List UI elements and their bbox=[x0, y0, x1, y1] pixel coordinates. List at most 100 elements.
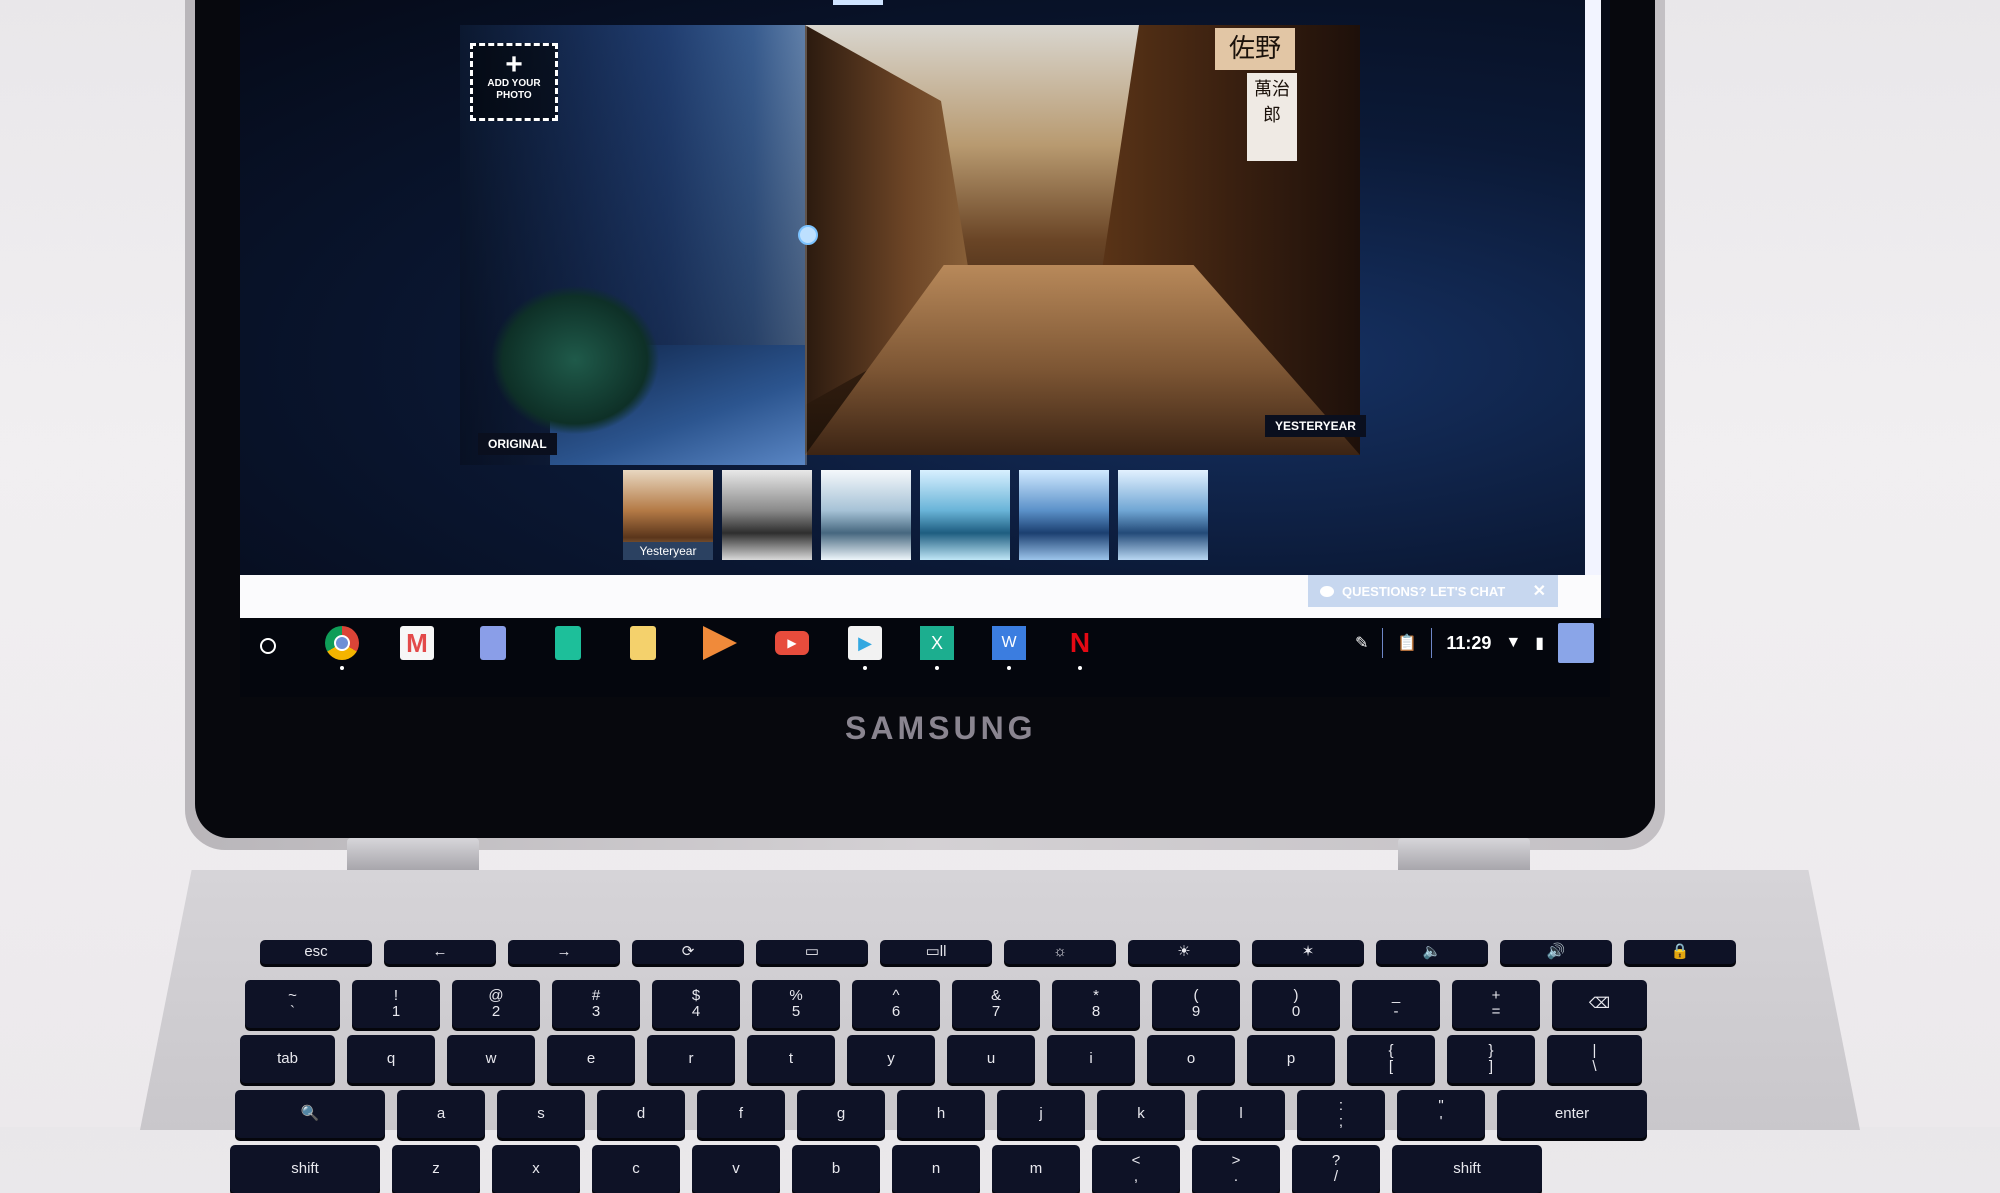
key-4-6[interactable]: n bbox=[892, 1145, 980, 1193]
key-label: 2 bbox=[491, 1003, 501, 1020]
filter-thumb-yesteryear[interactable]: Yesteryear bbox=[623, 470, 713, 560]
key-0-5[interactable]: ▭ll bbox=[880, 940, 992, 964]
key-4-2[interactable]: x bbox=[492, 1145, 580, 1193]
key-2-3[interactable]: e bbox=[547, 1035, 635, 1083]
key-1-3[interactable]: #3 bbox=[552, 980, 640, 1028]
key-4-9[interactable]: >. bbox=[1192, 1145, 1280, 1193]
key-1-2[interactable]: @2 bbox=[452, 980, 540, 1028]
photo-compare-view[interactable]: 佐野 萬治郎 + ADD YOUR PHOTO ORIGINAL YESTERY… bbox=[460, 25, 1366, 465]
key-1-0[interactable]: ~ ` bbox=[245, 980, 340, 1028]
key-4-3[interactable]: c bbox=[592, 1145, 680, 1193]
sheets-icon[interactable] bbox=[555, 626, 581, 660]
split-handle[interactable] bbox=[798, 225, 818, 245]
key-3-5[interactable]: g bbox=[797, 1090, 885, 1138]
status-tray[interactable]: ✎ 📋 11:29 ▼ ▮ bbox=[1355, 623, 1595, 663]
key-shift-label: ) bbox=[1293, 987, 1299, 1004]
key-2-9[interactable]: o bbox=[1147, 1035, 1235, 1083]
play-store-icon[interactable] bbox=[848, 626, 882, 670]
key-0-2[interactable]: → bbox=[508, 940, 620, 964]
key-3-0[interactable]: 🔍 bbox=[235, 1090, 385, 1138]
key-3-7[interactable]: j bbox=[997, 1090, 1085, 1138]
key-3-8[interactable]: k bbox=[1097, 1090, 1185, 1138]
filter-thumb[interactable] bbox=[920, 470, 1010, 560]
add-photo-button[interactable]: + ADD YOUR PHOTO bbox=[470, 43, 558, 121]
chat-widget[interactable]: QUESTIONS? LET'S CHAT ✕ bbox=[1308, 575, 1558, 607]
key-label: / bbox=[1333, 1168, 1339, 1185]
key-3-4[interactable]: f bbox=[697, 1090, 785, 1138]
key-label: r bbox=[688, 1050, 694, 1067]
key-1-10[interactable]: ) 0 bbox=[1252, 980, 1340, 1028]
key-2-0[interactable]: tab bbox=[240, 1035, 335, 1083]
excel-icon[interactable] bbox=[920, 626, 954, 670]
key-4-7[interactable]: m bbox=[992, 1145, 1080, 1193]
clock[interactable]: 11:29 bbox=[1446, 633, 1491, 654]
key-2-5[interactable]: t bbox=[747, 1035, 835, 1083]
key-0-7[interactable]: ☀ bbox=[1128, 940, 1240, 964]
word-icon[interactable] bbox=[992, 626, 1026, 670]
key-3-6[interactable]: h bbox=[897, 1090, 985, 1138]
key-label: h bbox=[936, 1105, 946, 1122]
key-4-10[interactable]: ? / bbox=[1292, 1145, 1380, 1193]
filter-thumb[interactable] bbox=[1019, 470, 1109, 560]
key-0-0[interactable]: esc bbox=[260, 940, 372, 964]
key-1-4[interactable]: $4 bbox=[652, 980, 740, 1028]
filter-thumb[interactable] bbox=[722, 470, 812, 560]
slides-icon[interactable] bbox=[630, 626, 656, 660]
key-1-7[interactable]: & 7 bbox=[952, 980, 1040, 1028]
key-1-12[interactable]: + = bbox=[1452, 980, 1540, 1028]
key-shift-label: @ bbox=[488, 987, 504, 1004]
launcher-button[interactable] bbox=[260, 638, 276, 654]
key-1-1[interactable]: ! 1 bbox=[352, 980, 440, 1028]
key-1-6[interactable]: ^ 6 bbox=[852, 980, 940, 1028]
key-0-4[interactable]: ▭ bbox=[756, 940, 868, 964]
key-2-11[interactable]: {[ bbox=[1347, 1035, 1435, 1083]
key-2-6[interactable]: y bbox=[847, 1035, 935, 1083]
docs-icon[interactable] bbox=[480, 626, 506, 660]
key-0-11[interactable]: 🔒 bbox=[1624, 940, 1736, 964]
key-3-2[interactable]: s bbox=[497, 1090, 585, 1138]
key-0-9[interactable]: 🔈 bbox=[1376, 940, 1488, 964]
key-2-4[interactable]: r bbox=[647, 1035, 735, 1083]
filter-thumb[interactable] bbox=[821, 470, 911, 560]
clipboard-icon[interactable]: 📋 bbox=[1397, 633, 1417, 653]
key-2-10[interactable]: p bbox=[1247, 1035, 1335, 1083]
key-0-3[interactable]: ⟳ bbox=[632, 940, 744, 964]
key-0-10[interactable]: 🔊 bbox=[1500, 940, 1612, 964]
key-0-1[interactable]: ← bbox=[384, 940, 496, 964]
key-0-6[interactable]: ☼ bbox=[1004, 940, 1116, 964]
key-2-12[interactable]: }] bbox=[1447, 1035, 1535, 1083]
key-4-11[interactable]: shift bbox=[1392, 1145, 1542, 1193]
key-4-0[interactable]: shift bbox=[230, 1145, 380, 1193]
key-3-9[interactable]: l bbox=[1197, 1090, 1285, 1138]
key-3-11[interactable]: " ' bbox=[1397, 1090, 1485, 1138]
key-2-8[interactable]: i bbox=[1047, 1035, 1135, 1083]
key-2-7[interactable]: u bbox=[947, 1035, 1035, 1083]
key-1-8[interactable]: * 8 bbox=[1052, 980, 1140, 1028]
close-icon[interactable]: ✕ bbox=[1533, 581, 1546, 601]
key-3-12[interactable]: enter bbox=[1497, 1090, 1647, 1138]
play-music-icon[interactable] bbox=[703, 626, 737, 660]
key-2-13[interactable]: | \ bbox=[1547, 1035, 1642, 1083]
chrome-icon[interactable] bbox=[325, 626, 359, 670]
gmail-icon[interactable] bbox=[400, 626, 434, 660]
key-1-9[interactable]: (9 bbox=[1152, 980, 1240, 1028]
key-3-10[interactable]: :; bbox=[1297, 1090, 1385, 1138]
filter-thumb[interactable] bbox=[1118, 470, 1208, 560]
netflix-icon[interactable] bbox=[1063, 626, 1097, 670]
key-0-8[interactable]: ✶ bbox=[1252, 940, 1364, 964]
key-4-4[interactable]: v bbox=[692, 1145, 780, 1193]
stylus-icon[interactable]: ✎ bbox=[1355, 633, 1368, 653]
key-4-1[interactable]: z bbox=[392, 1145, 480, 1193]
key-2-2[interactable]: w bbox=[447, 1035, 535, 1083]
key-1-13[interactable]: ⌫ bbox=[1552, 980, 1647, 1028]
key-1-11[interactable]: _ - bbox=[1352, 980, 1440, 1028]
key-4-8[interactable]: <, bbox=[1092, 1145, 1180, 1193]
key-3-3[interactable]: d bbox=[597, 1090, 685, 1138]
key-4-5[interactable]: b bbox=[792, 1145, 880, 1193]
key-1-5[interactable]: % 5 bbox=[752, 980, 840, 1028]
avatar[interactable] bbox=[1558, 623, 1595, 663]
key-3-1[interactable]: a bbox=[397, 1090, 485, 1138]
youtube-icon[interactable] bbox=[775, 631, 809, 655]
key-label: shift bbox=[291, 1160, 319, 1177]
key-2-1[interactable]: q bbox=[347, 1035, 435, 1083]
